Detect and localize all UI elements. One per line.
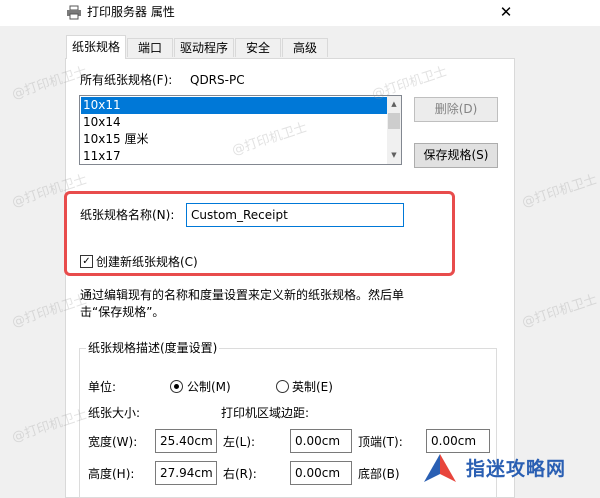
tab-advanced[interactable]: 高级	[282, 38, 328, 57]
english-radio[interactable]	[276, 380, 289, 393]
close-button[interactable]: ✕	[494, 2, 518, 22]
scroll-thumb[interactable]	[388, 113, 400, 129]
left-margin-label: 左(L):	[223, 435, 256, 449]
right-margin-input[interactable]: 0.00cm	[290, 461, 352, 485]
scroll-down-icon[interactable]: ▼	[387, 147, 401, 164]
width-label: 宽度(W):	[88, 435, 138, 449]
margins-label: 打印机区域边距:	[221, 406, 310, 420]
tab-forms-active[interactable]: 纸张规格	[66, 35, 126, 59]
description-text: 通过编辑现有的名称和度量设置来定义新的纸张规格。然后单击“保存规格”。	[80, 288, 405, 319]
server-name: QDRS-PC	[190, 73, 245, 87]
units-label: 单位:	[88, 380, 117, 394]
window-title: 打印服务器 属性	[87, 5, 175, 19]
watermark-text: @打印机卫士	[520, 172, 600, 211]
height-input[interactable]: 27.94cm	[155, 461, 217, 485]
tab-ports[interactable]: 端口	[127, 38, 173, 57]
forms-list-label: 所有纸张规格(F):	[80, 73, 173, 87]
tab-drivers[interactable]: 驱动程序	[174, 38, 234, 57]
site-logo-icon	[424, 454, 456, 482]
form-name-label: 纸张规格名称(N):	[80, 208, 175, 222]
bottom-margin-label: 底部(B)	[358, 467, 400, 481]
width-input[interactable]: 25.40cm	[155, 429, 217, 453]
delete-button[interactable]: 删除(D)	[414, 97, 498, 122]
metric-label[interactable]: 公制(M)	[187, 380, 231, 394]
measurements-group-title: 纸张规格描述(度量设置)	[86, 341, 220, 355]
save-form-button[interactable]: 保存规格(S)	[414, 143, 498, 168]
scroll-up-icon[interactable]: ▲	[387, 96, 401, 113]
english-label[interactable]: 英制(E)	[292, 380, 333, 394]
paper-size-label: 纸张大小:	[88, 406, 141, 420]
list-scrollbar[interactable]: ▲ ▼	[387, 96, 401, 164]
tab-security[interactable]: 安全	[235, 38, 281, 57]
form-name-input[interactable]: Custom_Receipt	[186, 203, 404, 227]
list-item[interactable]: 10x14	[81, 114, 388, 131]
radio-selected-dot	[174, 384, 179, 389]
metric-radio[interactable]	[170, 380, 183, 393]
watermark-text: @打印机卫士	[520, 292, 600, 331]
left-margin-input[interactable]: 0.00cm	[290, 429, 352, 453]
site-watermark-text: 指迷攻略网	[466, 458, 567, 480]
right-margin-label: 右(R):	[223, 467, 257, 481]
top-margin-input[interactable]: 0.00cm	[426, 429, 490, 453]
create-new-form-label[interactable]: 创建新纸张规格(C)	[96, 255, 198, 269]
height-label: 高度(H):	[88, 467, 135, 481]
create-new-form-checkbox[interactable]: ✓	[80, 255, 93, 268]
top-margin-label: 顶端(T):	[358, 435, 403, 449]
list-item[interactable]: 10x11	[81, 97, 388, 114]
printer-icon	[67, 5, 81, 20]
